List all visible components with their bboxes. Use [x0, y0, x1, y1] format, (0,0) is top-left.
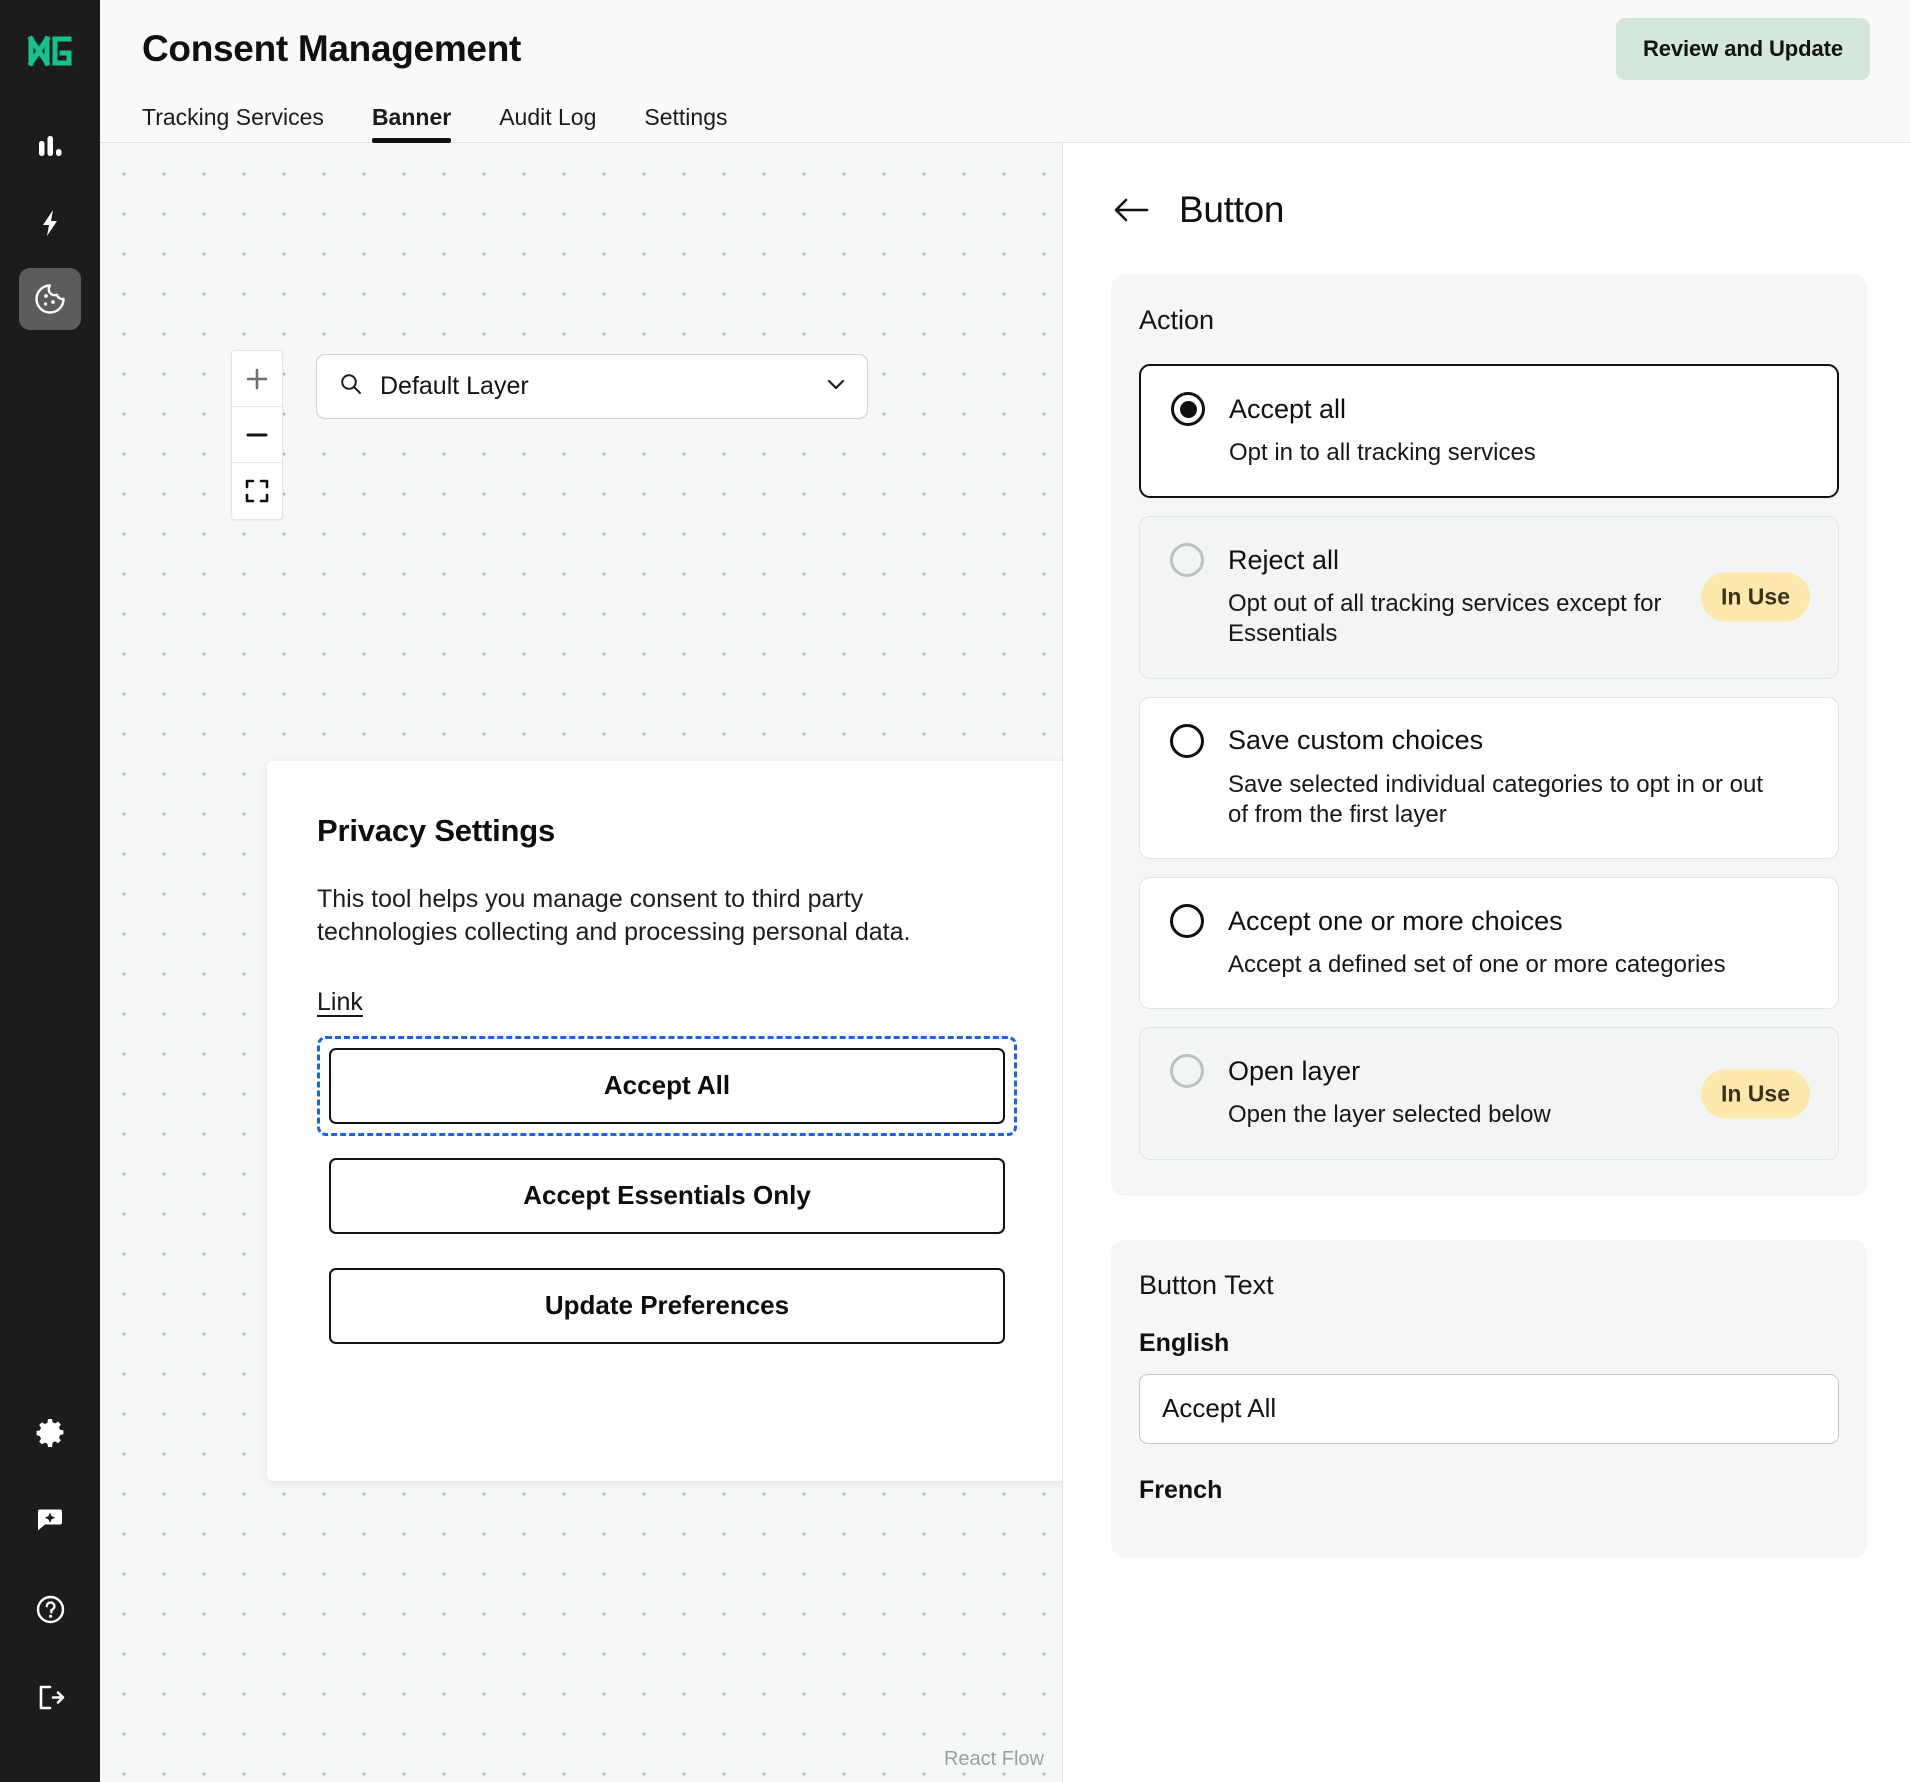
panel-header: Button — [1111, 189, 1867, 231]
status-badge-in-use: In Use — [1700, 1069, 1810, 1119]
left-nav-rail — [0, 0, 100, 1782]
radio-dot — [1179, 400, 1197, 418]
option-head: Accept one or more choices — [1170, 904, 1808, 939]
panel-title: Button — [1179, 189, 1285, 230]
sidebar-item-logout[interactable] — [19, 1666, 81, 1728]
action-option-open-layer[interactable]: Open layer Open the layer selected below… — [1139, 1027, 1839, 1160]
action-card-title: Action — [1139, 305, 1215, 335]
sidebar-item-assistant[interactable] — [19, 1490, 81, 1552]
button-text-card: Button Text English French — [1111, 1239, 1867, 1557]
banner-button-update-preferences[interactable]: Update Preferences — [329, 1267, 1005, 1344]
option-description: Opt in to all tracking services — [1229, 439, 1536, 466]
layer-select-value: Default Layer — [380, 372, 529, 400]
radio-open-layer[interactable] — [1170, 1054, 1204, 1089]
radio-save-custom-choices[interactable] — [1170, 723, 1204, 758]
button-text-input-english[interactable] — [1139, 1373, 1839, 1444]
banner-button-accept-all-wrapper[interactable]: Accept All — [317, 1035, 1017, 1136]
banner-button-accept-all[interactable]: Accept All — [329, 1047, 1005, 1124]
tab-audit-log[interactable]: Audit Log — [499, 104, 596, 142]
sidebar-item-consent[interactable] — [19, 268, 81, 330]
tab-bar: Tracking Services Banner Audit Log Setti… — [100, 98, 1910, 143]
language-label-french: French — [1139, 1475, 1223, 1504]
button-text-field-french: French — [1139, 1476, 1839, 1505]
action-option-save-custom-choices[interactable]: Save custom choices Save selected indivi… — [1139, 696, 1839, 860]
radio-reject-all[interactable] — [1170, 543, 1204, 578]
option-head: Accept all — [1171, 392, 1807, 426]
button-text-field-english: English — [1139, 1329, 1839, 1444]
chevron-down-icon — [823, 371, 849, 402]
search-icon — [339, 372, 363, 401]
option-description: Open the layer selected below — [1228, 1101, 1551, 1129]
option-description: Opt out of all tracking services except … — [1228, 590, 1662, 648]
option-label: Open layer — [1228, 1055, 1361, 1086]
button-text-card-title: Button Text — [1139, 1269, 1274, 1300]
main-column: Consent Management Review and Update Tra… — [100, 0, 1910, 1782]
app-root: Consent Management Review and Update Tra… — [0, 0, 1910, 1782]
top-bar: Consent Management Review and Update — [100, 0, 1910, 98]
canvas-zoom-controls — [231, 350, 283, 520]
option-head: Reject all — [1170, 543, 1808, 578]
action-option-reject-all[interactable]: Reject all Opt out of all tracking servi… — [1139, 516, 1839, 679]
fit-view-button[interactable] — [232, 463, 282, 519]
option-label: Accept all — [1229, 393, 1347, 424]
banner-button-update-prefs-wrapper[interactable]: Update Preferences — [317, 1256, 1017, 1356]
banner-button-accept-essentials-only[interactable]: Accept Essentials Only — [329, 1157, 1005, 1234]
rail-primary-nav — [19, 116, 81, 330]
action-option-accept-all[interactable]: Accept all Opt in to all tracking servic… — [1139, 364, 1839, 499]
radio-accept-one-or-more[interactable] — [1170, 904, 1204, 939]
option-label: Save custom choices — [1228, 725, 1484, 756]
dna-logo-icon[interactable] — [27, 28, 73, 74]
page-title: Consent Management — [142, 28, 522, 69]
action-option-accept-one-or-more[interactable]: Accept one or more choices Accept a defi… — [1139, 877, 1839, 1010]
properties-panel: Button Action Accept all Opt in to all t… — [1063, 143, 1910, 1782]
cookie-icon — [33, 282, 67, 316]
layer-select[interactable]: Default Layer — [316, 354, 868, 419]
sidebar-item-settings[interactable] — [19, 1402, 81, 1464]
sidebar-item-automation[interactable] — [19, 192, 81, 254]
review-and-update-button[interactable]: Review and Update — [1615, 18, 1870, 80]
banner-preview-card[interactable]: Privacy Settings This tool helps you man… — [267, 761, 1062, 1481]
flow-canvas[interactable]: Default Layer Privacy Settings This tool… — [100, 143, 1063, 1782]
react-flow-watermark[interactable]: React Flow — [944, 1748, 1044, 1771]
banner-title: Privacy Settings — [317, 813, 556, 848]
action-card: Action Accept all Opt in to all tracking… — [1111, 275, 1867, 1196]
plus-icon — [246, 368, 268, 389]
tab-tracking-services[interactable]: Tracking Services — [142, 104, 324, 142]
help-circle-icon — [35, 1594, 66, 1625]
minus-icon — [246, 433, 268, 436]
lightning-bolt-icon — [34, 207, 66, 239]
option-label: Reject all — [1228, 544, 1340, 575]
fit-view-icon — [245, 479, 269, 503]
logout-icon — [35, 1682, 66, 1713]
option-label: Accept one or more choices — [1228, 905, 1563, 936]
radio-accept-all[interactable] — [1171, 392, 1205, 426]
banner-buttons: Accept All Accept Essentials Only Update… — [317, 1035, 1017, 1356]
bar-chart-icon — [34, 131, 66, 163]
status-badge-in-use: In Use — [1700, 572, 1810, 622]
banner-body-text: This tool helps you manage consent to th… — [317, 885, 911, 947]
sidebar-item-help[interactable] — [19, 1578, 81, 1640]
rail-secondary-nav — [19, 1402, 81, 1728]
gear-icon — [35, 1418, 65, 1448]
chat-sparkle-icon — [35, 1506, 65, 1536]
tab-banner[interactable]: Banner — [371, 104, 452, 143]
body-row: Default Layer Privacy Settings This tool… — [100, 143, 1910, 1782]
option-description: Save selected individual categories to o… — [1228, 770, 1763, 828]
arrow-left-icon[interactable] — [1111, 194, 1151, 226]
zoom-out-button[interactable] — [232, 407, 282, 463]
banner-link[interactable]: Link — [317, 988, 363, 1017]
option-description: Accept a defined set of one or more cate… — [1228, 951, 1726, 979]
zoom-in-button[interactable] — [232, 351, 282, 407]
banner-button-essentials-wrapper[interactable]: Accept Essentials Only — [317, 1146, 1017, 1246]
option-head: Save custom choices — [1170, 723, 1808, 758]
tab-settings[interactable]: Settings — [644, 104, 727, 142]
sidebar-item-analytics[interactable] — [19, 116, 81, 178]
language-label-english: English — [1139, 1328, 1230, 1357]
